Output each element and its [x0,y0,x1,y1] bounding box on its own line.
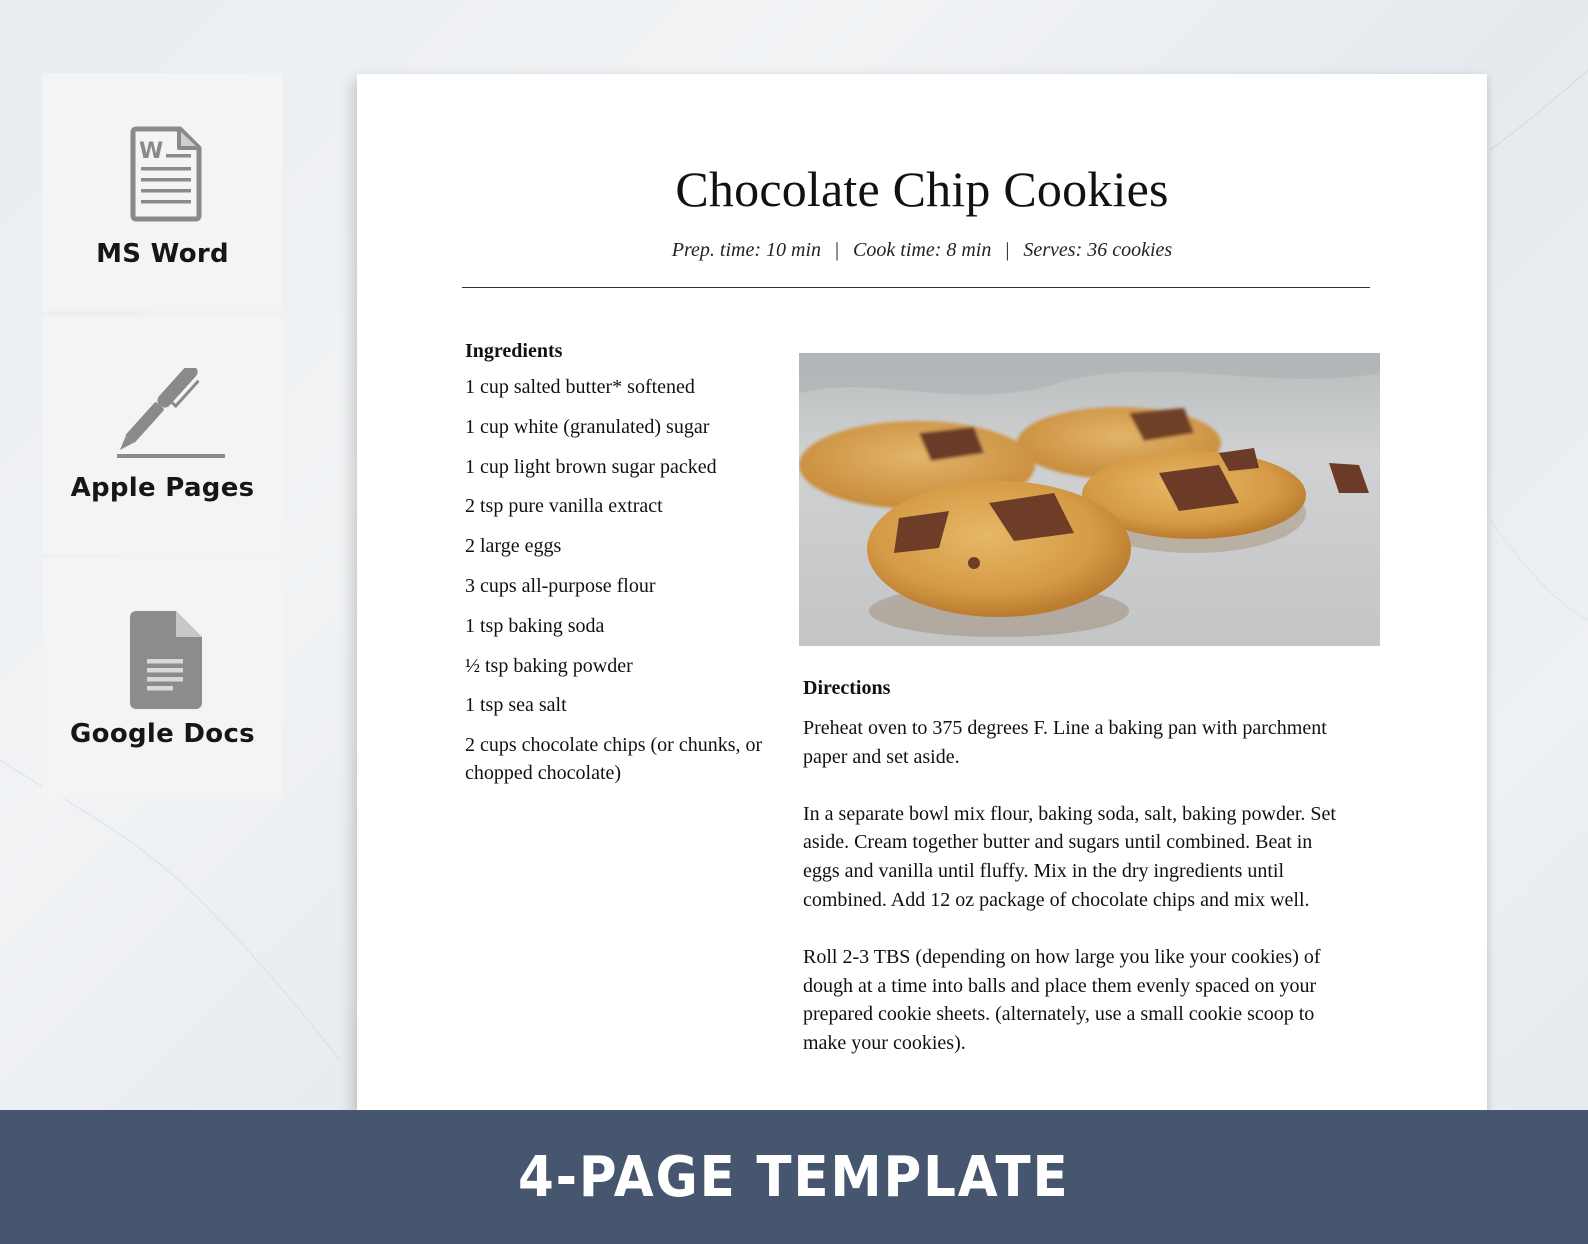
ingredient-item: 2 tsp pure vanilla extract [465,495,663,518]
directions-section: Directions Preheat oven to 375 degrees F… [803,677,1343,1086]
ingredient-item: 1 cup salted butter* softened [465,376,695,398]
ingredient-item: ½ tsp baking powder [465,654,633,677]
app-card-google-docs[interactable]: Google Docs [42,559,283,799]
header-divider [462,287,1370,288]
google-docs-icon [130,611,202,714]
pen-icon [114,364,226,465]
meta-separator: | [1005,239,1010,261]
word-document-icon: W [130,126,202,227]
template-banner: 4-PAGE TEMPLATE [0,1110,1588,1244]
recipe-title: Chocolate Chip Cookies [675,161,1169,217]
direction-step: In a separate bowl mix flour, baking sod… [803,802,1336,911]
meta-separator: | [835,239,840,261]
ingredient-item: 1 cup light brown sugar packed [465,455,717,478]
recipe-meta: Prep. time: 10 min | Cook time: 8 min | Serv… [357,239,1487,262]
ingredient-item: 3 cups all-purpose flour [465,574,656,597]
ingredients-heading: Ingredients [465,340,563,362]
app-label-ms-word: MS Word [96,239,229,269]
app-card-ms-word[interactable]: W MS Word [42,73,283,311]
svg-text:W: W [139,139,163,164]
serves: Serves: 36 cookies [1023,239,1173,261]
banner-text: 4-PAGE TEMPLATE [518,1144,1070,1210]
direction-step: Preheat oven to 375 degrees F. Line a ba… [803,717,1327,768]
ingredients-section: Ingredients 1 cup salted butter* softene… [465,340,775,799]
ingredient-item: 2 large eggs [465,535,562,558]
directions-heading: Directions [803,677,891,699]
prep-time: Prep. time: 10 min [671,239,822,261]
ingredient-item: 1 tsp baking soda [465,614,605,637]
ingredient-item: 2 cups chocolate chips (or chunks, or ch… [465,734,763,785]
direction-step: Roll 2-3 TBS (depending on how large you… [803,945,1321,1055]
cookie-photo [799,353,1380,646]
ingredient-item: 1 tsp sea salt [465,694,567,717]
app-label-google-docs: Google Docs [70,719,255,749]
recipe-document-page: Chocolate Chip Cookies Prep. time: 10 mi… [357,74,1487,1114]
app-label-apple-pages: Apple Pages [70,473,255,503]
app-card-apple-pages[interactable]: Apple Pages [42,316,283,554]
ingredient-item: 1 cup white (granulated) sugar [465,415,710,438]
cook-time: Cook time: 8 min [853,239,992,261]
